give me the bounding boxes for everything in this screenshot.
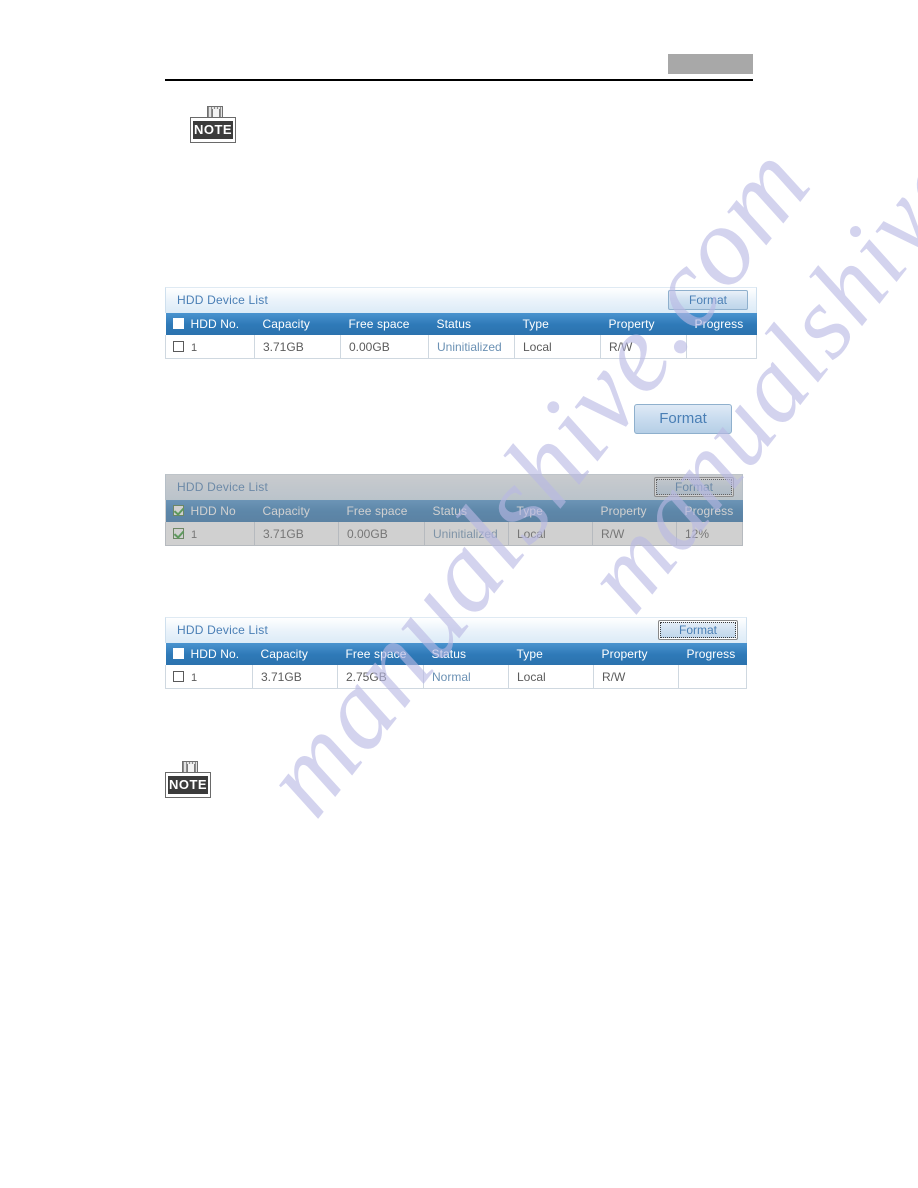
table-header-row: HDD No Capacity Free space Status Type P… xyxy=(165,500,743,522)
row-checkbox[interactable] xyxy=(173,340,184,352)
table-row[interactable]: 1 3.71GB 0.00GB Uninitialized Local R/W … xyxy=(165,522,743,546)
cell-type: Local xyxy=(508,522,593,546)
cell-property: R/W xyxy=(592,522,677,546)
column-header-property[interactable]: Property xyxy=(600,313,687,335)
select-all-checkbox[interactable] xyxy=(172,505,184,516)
watermark-layer: manualshive.com manualshive.com xyxy=(0,0,918,1188)
cell-property: R/W xyxy=(593,665,679,689)
panel-title-bar: HDD Device List Format xyxy=(165,617,747,643)
panel-title-bar: HDD Device List Format xyxy=(165,474,743,500)
cell-free-space: 2.75GB xyxy=(337,665,424,689)
cell-status: Uninitialized xyxy=(424,522,509,546)
column-header-type[interactable]: Type xyxy=(508,643,594,665)
cell-type: Local xyxy=(514,335,601,359)
column-header-capacity[interactable]: Capacity xyxy=(252,643,338,665)
column-header-property[interactable]: Property xyxy=(592,500,677,522)
cell-status: Normal xyxy=(423,665,509,689)
column-header-capacity[interactable]: Capacity xyxy=(254,313,341,335)
column-header-progress[interactable]: Progress xyxy=(676,500,743,522)
format-button[interactable]: Format xyxy=(658,620,738,640)
column-header-type[interactable]: Type xyxy=(514,313,601,335)
note-icon: NOTE xyxy=(165,761,213,799)
cell-type: Local xyxy=(508,665,594,689)
cell-progress: 12% xyxy=(676,522,743,546)
format-button[interactable]: Format xyxy=(654,477,734,497)
panel-title: HDD Device List xyxy=(177,480,269,494)
hdd-table: HDD No. Capacity Free space Status Type … xyxy=(165,643,747,689)
table-header-row: HDD No. Capacity Free space Status Type … xyxy=(165,643,747,665)
select-all-checkbox[interactable] xyxy=(172,318,184,329)
column-header-free-space[interactable]: Free space xyxy=(337,643,424,665)
row-checkbox[interactable] xyxy=(173,527,184,539)
table-row[interactable]: 1 3.71GB 2.75GB Normal Local R/W xyxy=(165,665,747,689)
column-header-hdd-no[interactable]: HDD No xyxy=(165,500,255,522)
note-label: NOTE xyxy=(193,121,233,139)
cell-capacity: 3.71GB xyxy=(254,335,341,359)
cell-hdd-no[interactable]: 1 xyxy=(165,335,255,359)
select-all-checkbox[interactable] xyxy=(172,648,184,659)
column-header-free-space[interactable]: Free space xyxy=(338,500,425,522)
panel-title: HDD Device List xyxy=(177,623,269,637)
panel-title: HDD Device List xyxy=(177,293,269,307)
format-button-standalone[interactable]: Format xyxy=(634,404,732,434)
column-header-progress[interactable]: Progress xyxy=(686,313,757,335)
cell-free-space: 0.00GB xyxy=(338,522,425,546)
cell-capacity: 3.71GB xyxy=(252,665,338,689)
hdd-device-list-panel-3: HDD Device List Format HDD No. Capacity … xyxy=(165,617,747,689)
column-header-status[interactable]: Status xyxy=(423,643,509,665)
cell-free-space: 0.00GB xyxy=(340,335,429,359)
cell-capacity: 3.71GB xyxy=(254,522,339,546)
cell-status: Uninitialized xyxy=(428,335,515,359)
cell-progress xyxy=(686,335,757,359)
column-header-type[interactable]: Type xyxy=(508,500,593,522)
page-header xyxy=(165,45,753,81)
column-header-hdd-no[interactable]: HDD No. xyxy=(165,313,255,335)
format-button[interactable]: Format xyxy=(668,290,748,310)
cell-progress xyxy=(678,665,747,689)
row-checkbox[interactable] xyxy=(173,670,184,682)
table-header-row: HDD No. Capacity Free space Status Type … xyxy=(165,313,757,335)
column-header-progress[interactable]: Progress xyxy=(678,643,747,665)
cell-hdd-no[interactable]: 1 xyxy=(165,522,255,546)
hdd-table: HDD No. Capacity Free space Status Type … xyxy=(165,313,757,359)
column-header-capacity[interactable]: Capacity xyxy=(254,500,339,522)
hdd-table: HDD No Capacity Free space Status Type P… xyxy=(165,500,743,546)
column-header-hdd-no[interactable]: HDD No. xyxy=(165,643,253,665)
hdd-device-list-panel-2: HDD Device List Format HDD No Capacity F… xyxy=(165,474,743,546)
column-header-free-space[interactable]: Free space xyxy=(340,313,429,335)
column-header-status[interactable]: Status xyxy=(428,313,515,335)
note-label: NOTE xyxy=(168,776,208,794)
panel-title-bar: HDD Device List Format xyxy=(165,287,757,313)
hdd-device-list-panel-1: HDD Device List Format HDD No. Capacity … xyxy=(165,287,757,359)
note-icon: NOTE xyxy=(190,106,238,144)
header-divider-rule xyxy=(165,79,753,81)
cell-property: R/W xyxy=(600,335,687,359)
table-row[interactable]: 1 3.71GB 0.00GB Uninitialized Local R/W xyxy=(165,335,757,359)
column-header-status[interactable]: Status xyxy=(424,500,509,522)
column-header-property[interactable]: Property xyxy=(593,643,679,665)
header-redaction-block xyxy=(668,54,753,74)
cell-hdd-no[interactable]: 1 xyxy=(165,665,253,689)
